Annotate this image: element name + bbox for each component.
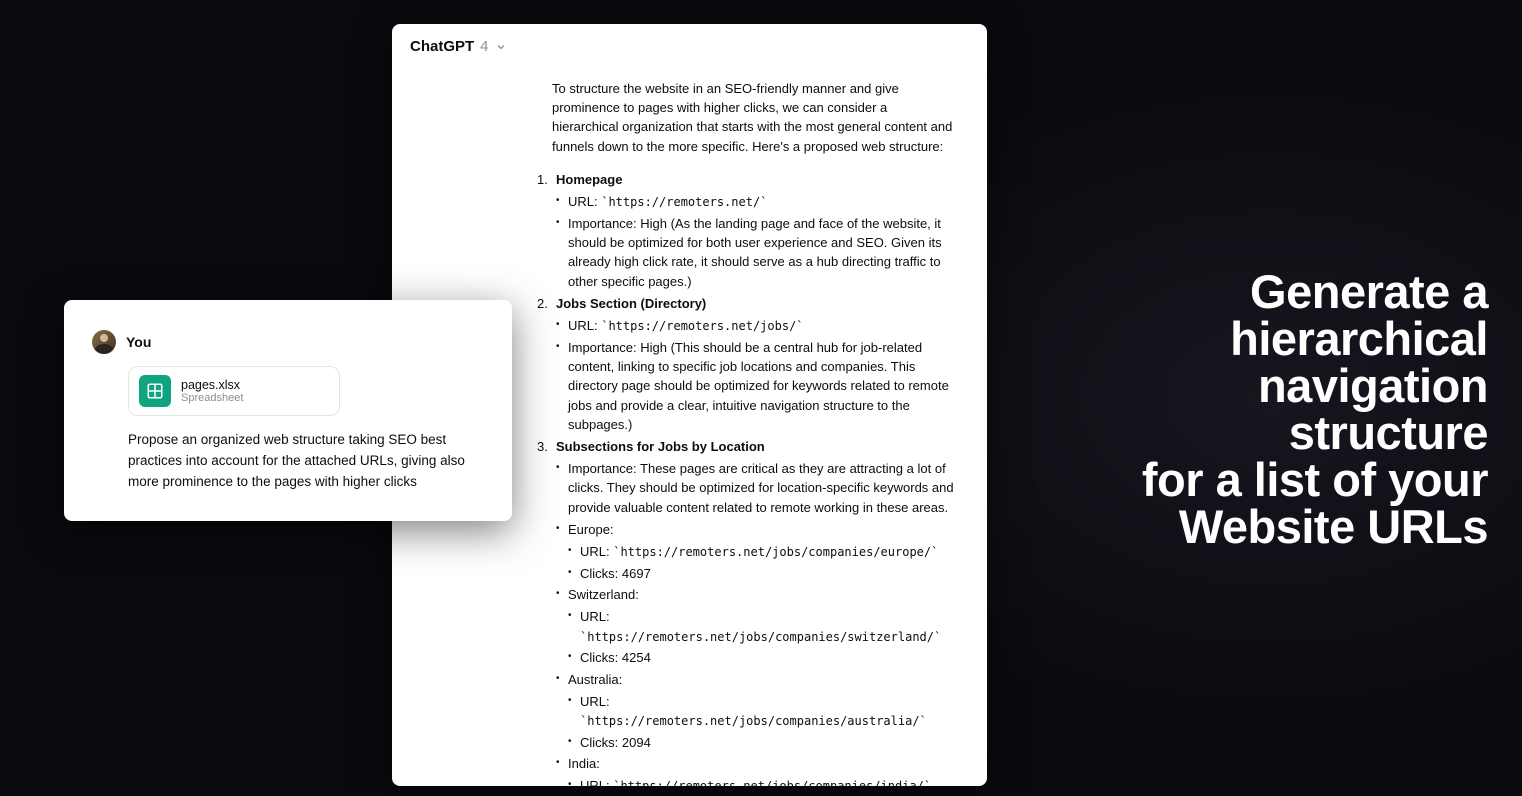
- spreadsheet-icon: [139, 375, 171, 407]
- url-value: `https://remoters.net/`: [601, 195, 767, 209]
- headline-line: Website URLs: [1142, 503, 1488, 550]
- clicks-line: Clicks: 4254: [568, 648, 957, 667]
- section-homepage: Homepage URL: `https://remoters.net/` Im…: [537, 170, 957, 291]
- section-title: Homepage: [556, 172, 622, 187]
- user-message-card: You pages.xlsx Spreadsheet Propose an or…: [64, 300, 512, 521]
- url-line: URL: `https://remoters.net/`: [556, 192, 957, 212]
- location-europe: Europe: URL: `https://remoters.net/jobs/…: [556, 520, 957, 583]
- intro-paragraph: To structure the website in an SEO-frien…: [552, 79, 957, 156]
- importance-line: Importance: These pages are critical as …: [556, 459, 957, 517]
- importance-line: Importance: High (As the landing page an…: [556, 214, 957, 291]
- importance-line: Importance: High (This should be a centr…: [556, 338, 957, 434]
- locations-list: Europe: URL: `https://remoters.net/jobs/…: [556, 520, 957, 786]
- location-switzerland: Switzerland: URL: `https://remoters.net/…: [556, 585, 957, 667]
- model-name: ChatGPT: [410, 38, 474, 55]
- user-prompt-text: Propose an organized web structure takin…: [128, 430, 484, 493]
- structure-list: Homepage URL: `https://remoters.net/` Im…: [537, 170, 957, 786]
- file-info: pages.xlsx Spreadsheet: [181, 378, 243, 404]
- location-details: URL: `https://remoters.net/jobs/companie…: [568, 607, 957, 667]
- url-line: URL: `https://remoters.net/jobs/companie…: [568, 692, 957, 731]
- user-header: You: [92, 330, 484, 354]
- headline-line: Generate a: [1142, 268, 1488, 315]
- clicks-line: Clicks: 2094: [568, 733, 957, 752]
- location-australia: Australia: URL: `https://remoters.net/jo…: [556, 670, 957, 752]
- location-details: URL: `https://remoters.net/jobs/companie…: [568, 692, 957, 752]
- headline-line: navigation: [1142, 362, 1488, 409]
- headline-text: Generate a hierarchical navigation struc…: [1142, 268, 1488, 550]
- headline-line: hierarchical: [1142, 315, 1488, 362]
- section-details: URL: `https://remoters.net/jobs/` Import…: [556, 316, 957, 434]
- location-details: URL: `https://remoters.net/jobs/companie…: [568, 542, 957, 583]
- user-avatar: [92, 330, 116, 354]
- chevron-down-icon: [495, 41, 507, 53]
- user-label: You: [126, 334, 151, 350]
- file-name: pages.xlsx: [181, 378, 243, 392]
- clicks-line: Clicks: 4697: [568, 564, 957, 583]
- file-type: Spreadsheet: [181, 392, 243, 404]
- section-title: Subsections for Jobs by Location: [556, 439, 765, 454]
- section-details: Importance: These pages are critical as …: [556, 459, 957, 517]
- url-value: `https://remoters.net/jobs/`: [601, 319, 803, 333]
- location-details: URL: `https://remoters.net/jobs/companie…: [568, 776, 957, 786]
- chat-header[interactable]: ChatGPT 4: [392, 24, 987, 69]
- url-line: URL: `https://remoters.net/jobs/companie…: [568, 542, 957, 562]
- headline-line: for a list of your: [1142, 456, 1488, 503]
- url-line: URL: `https://remoters.net/jobs/companie…: [568, 607, 957, 646]
- model-version: 4: [480, 38, 488, 55]
- url-line: URL: `https://remoters.net/jobs/companie…: [568, 776, 957, 786]
- section-locations: Subsections for Jobs by Location Importa…: [537, 437, 957, 786]
- headline-line: structure: [1142, 409, 1488, 456]
- section-jobs: Jobs Section (Directory) URL: `https://r…: [537, 294, 957, 434]
- file-attachment[interactable]: pages.xlsx Spreadsheet: [128, 366, 340, 416]
- url-line: URL: `https://remoters.net/jobs/`: [556, 316, 957, 336]
- section-title: Jobs Section (Directory): [556, 296, 706, 311]
- location-india: India: URL: `https://remoters.net/jobs/c…: [556, 754, 957, 786]
- section-details: URL: `https://remoters.net/` Importance:…: [556, 192, 957, 291]
